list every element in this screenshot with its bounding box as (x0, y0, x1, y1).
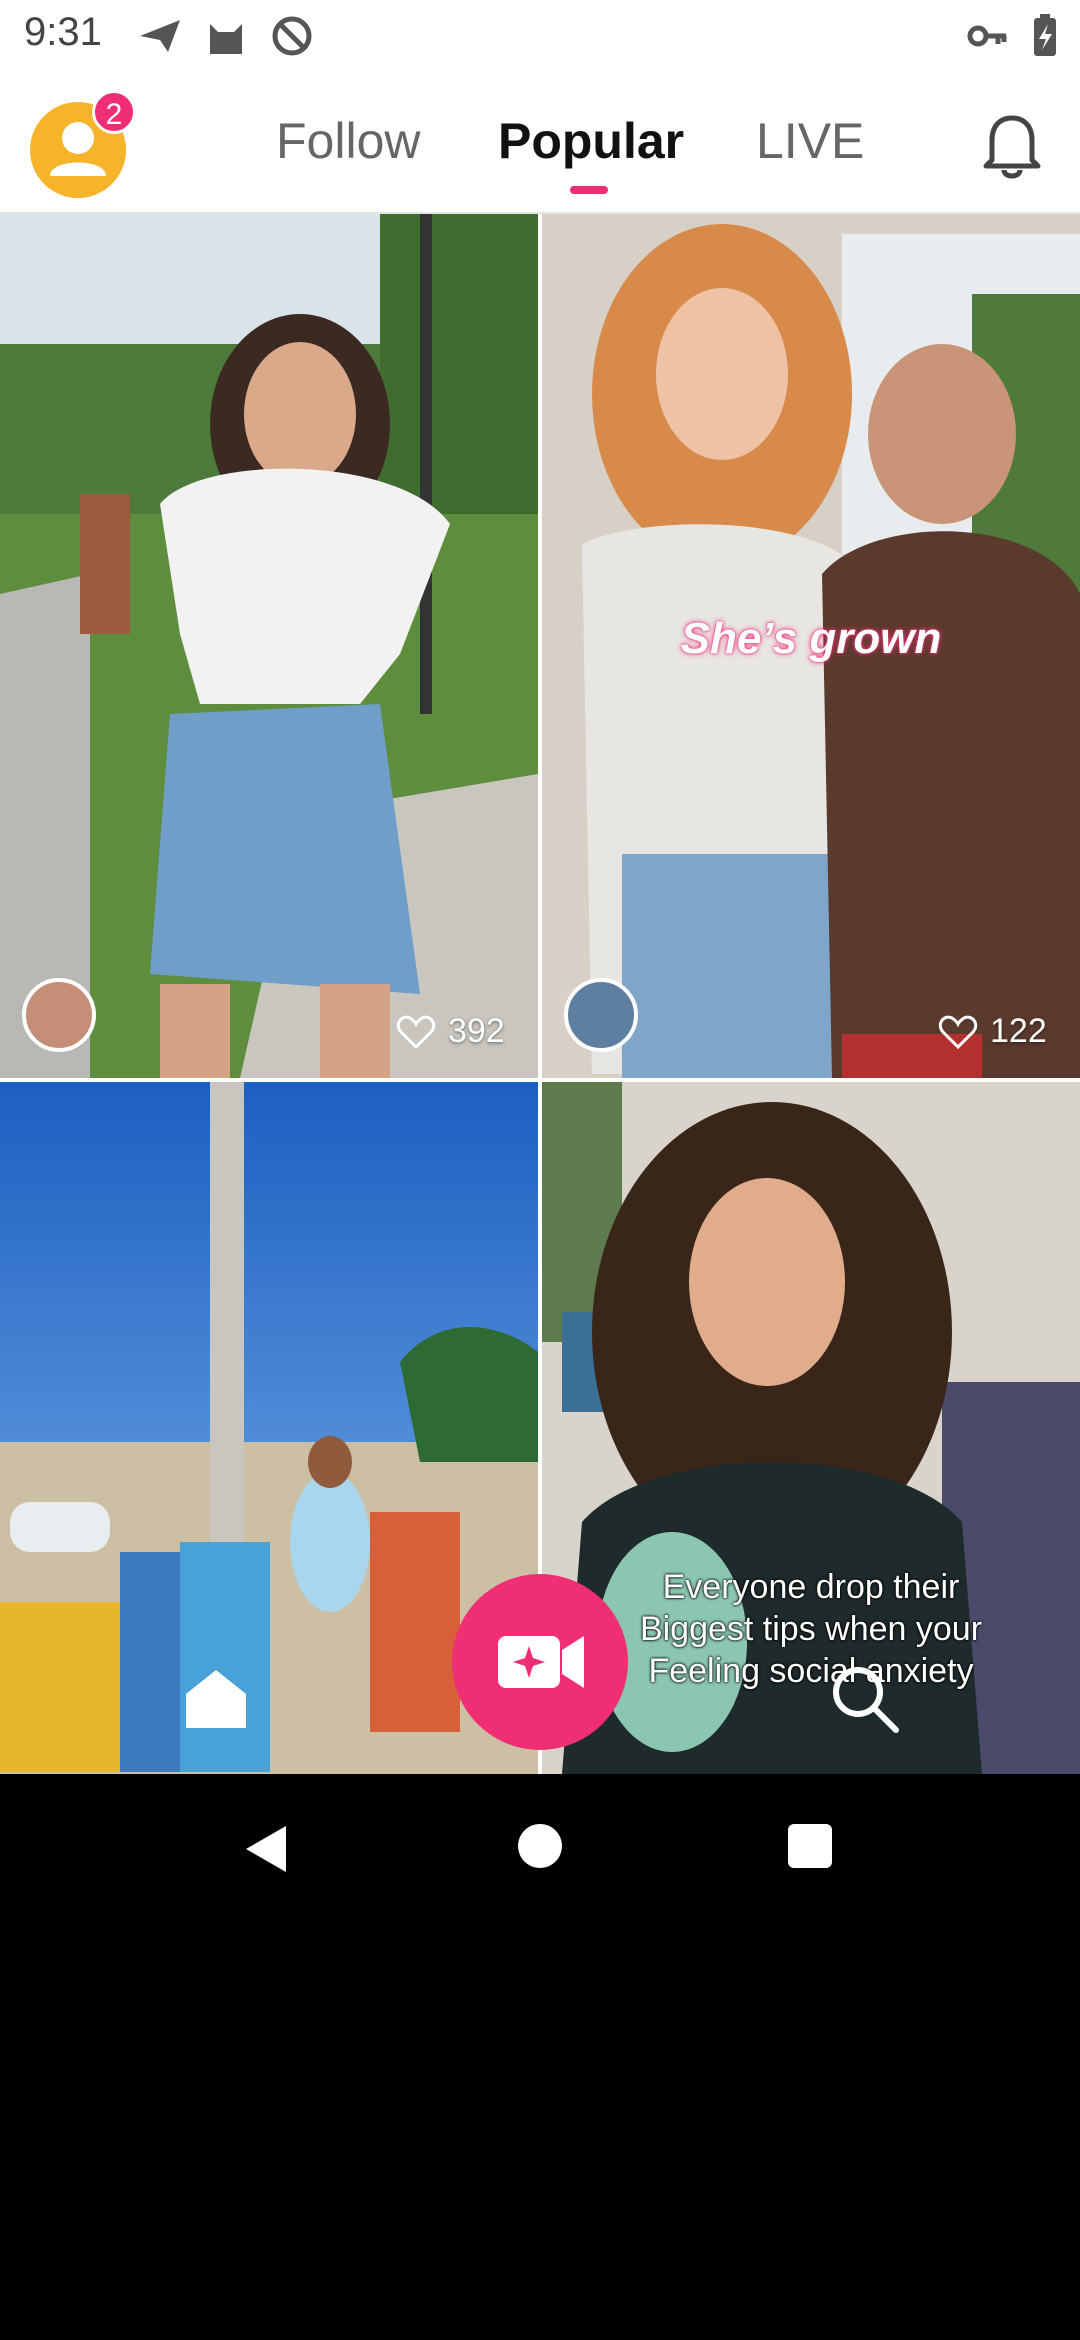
system-navigation-bar (0, 1776, 1080, 1920)
video-feed-grid: 392 She’s grown 122 Everyone drop their … (0, 214, 1080, 1774)
video-thumbnail (0, 214, 538, 1078)
notification-count-badge: 2 (92, 90, 136, 134)
back-icon[interactable] (242, 1824, 290, 1874)
recents-icon[interactable] (788, 1824, 832, 1868)
home-icon[interactable] (182, 1664, 250, 1732)
search-icon[interactable] (826, 1660, 902, 1736)
record-video-icon (498, 1636, 584, 1688)
at-sign-icon (272, 16, 312, 56)
active-tab-indicator (570, 186, 608, 194)
like-count-value: 122 (990, 1012, 1047, 1050)
top-navigation: 2 Follow Popular LIVE (0, 72, 1080, 214)
video-card[interactable]: 392 (0, 214, 538, 1078)
grid-divider (538, 214, 542, 1774)
tab-follow[interactable]: Follow (276, 112, 420, 170)
video-caption: She’s grown (680, 614, 942, 663)
send-icon (140, 20, 180, 52)
key-icon (967, 25, 1007, 47)
video-card[interactable]: She’s grown 122 (542, 214, 1080, 1078)
grid-divider (0, 1078, 1080, 1082)
status-bar: 9:31 (0, 0, 1080, 72)
like-count[interactable]: 122 (938, 1012, 1047, 1051)
battery-charging-icon (1034, 14, 1056, 56)
status-time: 9:31 (24, 10, 102, 54)
creator-avatar[interactable] (564, 978, 638, 1052)
home-circle-icon[interactable] (518, 1824, 562, 1868)
like-count-value: 392 (448, 1012, 505, 1050)
creator-avatar[interactable] (22, 978, 96, 1052)
cat-icon (210, 24, 242, 54)
heart-icon (396, 1015, 436, 1049)
heart-icon (938, 1015, 978, 1049)
like-count[interactable]: 392 (396, 1012, 505, 1051)
tab-live[interactable]: LIVE (756, 112, 864, 170)
bell-icon[interactable] (980, 108, 1044, 180)
tab-popular[interactable]: Popular (498, 112, 684, 170)
record-video-button[interactable] (452, 1574, 628, 1750)
